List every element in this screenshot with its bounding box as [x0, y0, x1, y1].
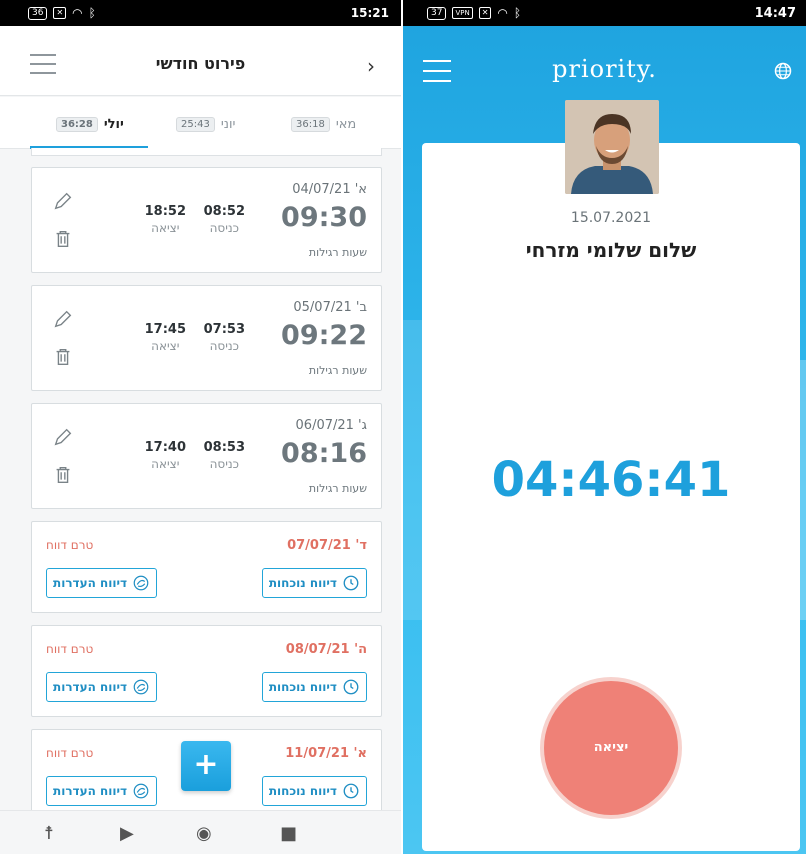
exit-time: 18:52 יציאה [144, 204, 186, 235]
absence-icon [133, 575, 149, 591]
current-date: 15.07.2021 [570, 210, 652, 226]
day-total: 08:16 [281, 438, 367, 469]
battery-icon: 37 [427, 6, 447, 20]
wifi-icon: ◠ [497, 6, 508, 20]
bluetooth-icon: ᛒ [513, 6, 522, 20]
day-date: ד' 07/07/21 [287, 538, 367, 553]
status-time: 14:47 [754, 6, 796, 21]
clock-icon [343, 679, 359, 695]
notification-icon: ✕ [53, 7, 67, 19]
status-bar: 37 VPN ✕ ◠ ᛒ 14:47 [403, 0, 806, 26]
day-date: א' 04/07/21 [292, 182, 367, 197]
back-chevron-icon[interactable]: › [367, 54, 375, 78]
clock-in-screen: 37 VPN ✕ ◠ ᛒ 14:47 priority. 15.07.2021 … [403, 0, 806, 854]
tab-count: 36:28 [56, 117, 98, 132]
bluetooth-icon: ᛒ [88, 6, 96, 20]
globe-icon[interactable] [774, 62, 792, 80]
wifi-icon: ◠ [72, 6, 83, 20]
system-nav-bar: ☨ ▶ ◉ ■ [0, 810, 401, 854]
edit-icon[interactable] [52, 190, 74, 212]
hours-type: שעות רגילות [308, 364, 367, 377]
add-button[interactable]: + [181, 741, 231, 791]
day-total: 09:30 [281, 202, 367, 233]
absence-icon [133, 679, 149, 695]
accessibility-icon[interactable]: ☨ [44, 823, 54, 844]
clock-out-button[interactable]: יציאה [544, 681, 678, 815]
screen: 36 ✕ ◠ ᛒ 15:21 פירוט חודשי › 36:28 יולי … [0, 0, 806, 854]
monthly-details-screen: 36 ✕ ◠ ᛒ 15:21 פירוט חודשי › 36:28 יולי … [0, 0, 401, 854]
day-card[interactable]: א' 04/07/21 09:30 שעות רגילות 08:52 כניס… [31, 167, 382, 273]
tab-july[interactable]: 36:28 יולי [56, 117, 124, 132]
tab-label: מאי [335, 117, 357, 132]
exit-time: 17:40 יציאה [144, 440, 186, 471]
notification-icon: ✕ [478, 7, 492, 19]
pending-day-card: ה' 08/07/21 טרם דווח דיווח נוכחות דיווח … [31, 625, 382, 717]
clock-icon [343, 783, 359, 799]
avatar [565, 100, 659, 194]
report-absence-button[interactable]: דיווח העדרות [46, 776, 158, 806]
delete-icon[interactable] [52, 464, 74, 486]
status-badge: טרם דווח [46, 746, 94, 760]
vpn-icon: VPN [452, 7, 473, 19]
delete-icon[interactable] [52, 228, 74, 250]
absence-icon [133, 783, 149, 799]
status-badge: טרם דווח [46, 538, 94, 552]
day-card[interactable]: ג' 06/07/21 08:16 שעות רגילות 08:53 כניס… [31, 403, 382, 509]
day-date: א' 11/07/21 [285, 746, 367, 761]
tab-label: יוני [220, 117, 236, 132]
day-date: ג' 06/07/21 [295, 418, 367, 433]
priority-logo: priority. [552, 55, 657, 83]
hours-type: שעות רגילות [308, 482, 367, 495]
entry-time: 07:53 כניסה [203, 322, 245, 353]
day-date: ב' 05/07/21 [293, 300, 367, 315]
month-tabs: 36:28 יולי 25:43 יוני 36:18 מאי [0, 97, 401, 149]
status-badge: טרם דווח [46, 642, 94, 656]
clock-icon [343, 575, 359, 591]
day-date: ה' 08/07/21 [285, 642, 367, 657]
greeting: שלום שלומי מזרחי [525, 238, 697, 262]
page-title: פירוט חודשי [155, 54, 246, 73]
day-total: 09:22 [281, 320, 367, 351]
exit-time: 17:45 יציאה [144, 322, 186, 353]
profile-photo [565, 100, 659, 194]
battery-icon: 36 [28, 6, 48, 20]
edit-icon[interactable] [52, 308, 74, 330]
tab-count: 36:18 [291, 117, 330, 132]
pending-day-card: ד' 07/07/21 טרם דווח דיווח נוכחות דיווח … [31, 521, 382, 613]
hours-type: שעות רגילות [308, 246, 367, 259]
tab-june[interactable]: 25:43 יוני [176, 117, 235, 132]
edit-icon[interactable] [52, 426, 74, 448]
play-icon[interactable]: ▶ [120, 823, 134, 844]
entry-time: 08:52 כניסה [203, 204, 245, 235]
report-attendance-button[interactable]: דיווח נוכחות [261, 568, 367, 598]
home-icon[interactable]: ◉ [196, 823, 212, 844]
stop-icon[interactable]: ■ [280, 823, 297, 844]
delete-icon[interactable] [52, 346, 74, 368]
header: פירוט חודשי › [0, 26, 401, 96]
report-absence-button[interactable]: דיווח העדרות [46, 672, 158, 702]
tab-label: יולי [103, 117, 124, 132]
tab-may[interactable]: 36:18 מאי [291, 117, 356, 132]
work-timer: 04:46:41 [491, 452, 731, 508]
report-absence-button[interactable]: דיווח העדרות [46, 568, 158, 598]
status-bar: 36 ✕ ◠ ᛒ 15:21 [0, 0, 401, 26]
tab-count: 25:43 [176, 117, 215, 132]
status-time: 15:21 [350, 6, 389, 20]
entry-time: 08:53 כניסה [203, 440, 245, 471]
report-attendance-button[interactable]: דיווח נוכחות [261, 672, 367, 702]
previous-card-edge [31, 148, 382, 156]
day-card[interactable]: ב' 05/07/21 09:22 שעות רגילות 07:53 כניס… [31, 285, 382, 391]
report-attendance-button[interactable]: דיווח נוכחות [261, 776, 367, 806]
